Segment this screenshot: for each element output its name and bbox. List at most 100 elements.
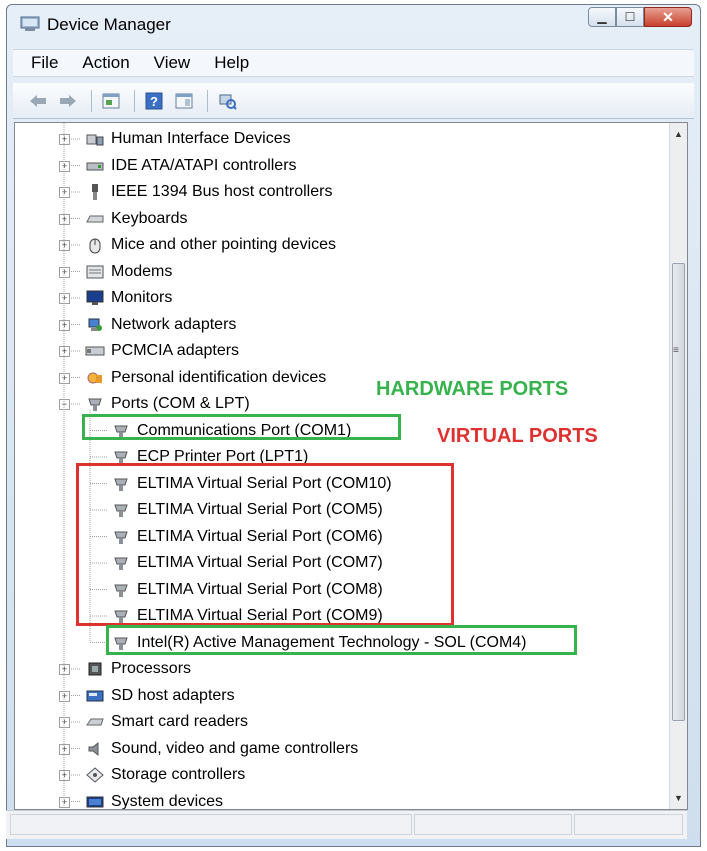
tree-item-label: SD host adapters — [111, 686, 235, 704]
toolbar-separator — [91, 89, 92, 112]
tree-category[interactable]: Monitors — [85, 287, 172, 309]
back-icon — [30, 94, 46, 107]
title-bar[interactable]: Device Manager ▁ ☐ ✕ — [7, 5, 700, 41]
tree-item-label: Human Interface Devices — [111, 130, 291, 147]
sd-icon — [85, 687, 105, 705]
show-hide-button[interactable] — [171, 88, 197, 114]
minimize-button[interactable]: ▁ — [588, 7, 616, 27]
menu-action[interactable]: Action — [70, 53, 141, 73]
menu-file[interactable]: File — [13, 53, 70, 73]
menu-view[interactable]: View — [142, 53, 203, 73]
tree-category[interactable]: Sound, video and game controllers — [85, 738, 358, 760]
forward-button[interactable] — [55, 88, 81, 114]
tree-category[interactable]: Processors — [85, 658, 191, 680]
tree-item-label: Processors — [111, 660, 192, 677]
keyboard-icon — [85, 210, 105, 228]
tree-item-label: Smart card readers — [111, 713, 248, 730]
tree-category[interactable]: System devices — [85, 791, 224, 810]
status-pane — [574, 814, 683, 835]
hardware-port-highlight — [106, 625, 577, 655]
menu-help[interactable]: Help — [202, 53, 261, 73]
tree-category[interactable]: IEEE 1394 Bus host controllers — [85, 181, 332, 203]
port-icon — [85, 395, 105, 413]
collapse-icon[interactable]: − — [59, 399, 70, 410]
tree-category[interactable]: SD host adapters — [85, 685, 235, 707]
tree-item-label: Storage controllers — [111, 766, 246, 783]
svg-text:?: ? — [150, 94, 158, 109]
back-button[interactable] — [25, 88, 51, 114]
close-icon: ✕ — [662, 8, 674, 25]
scroll-up-button[interactable]: ▲ — [670, 125, 687, 143]
scroll-down-button[interactable]: ▼ — [670, 789, 687, 807]
expand-icon[interactable]: + — [59, 346, 70, 357]
properties-button[interactable] — [98, 88, 124, 114]
tree-item-label: IDE ATA/ATAPI controllers — [111, 156, 297, 174]
maximize-button[interactable]: ☐ — [616, 7, 644, 27]
tree-item-label: Network adapters — [111, 315, 237, 333]
pcmcia-icon — [85, 342, 105, 360]
close-button[interactable]: ✕ — [644, 7, 692, 27]
hid-icon — [85, 130, 105, 148]
system-icon — [85, 793, 105, 810]
tree-category[interactable]: Keyboards — [85, 208, 188, 230]
virtual-ports-label: VIRTUAL PORTS — [437, 425, 598, 447]
hardware-ports-label: HARDWARE PORTS — [376, 378, 569, 400]
properties-icon — [102, 93, 120, 108]
help-button[interactable]: ? — [141, 88, 167, 114]
arrow-down-icon: ▼ — [674, 793, 683, 803]
vertical-scrollbar[interactable]: ▲ ≡ ▼ — [669, 123, 687, 809]
expand-icon[interactable]: + — [59, 796, 70, 808]
expand-icon[interactable]: + — [59, 134, 70, 145]
tree-item-label: Keyboards — [111, 209, 188, 227]
sound-icon — [85, 740, 105, 758]
device-manager-icon — [20, 16, 40, 31]
storage-icon — [85, 766, 105, 784]
tree-category[interactable]: IDE ATA/ATAPI controllers — [85, 155, 297, 177]
expand-icon[interactable]: + — [59, 743, 70, 755]
tree-category[interactable]: Ports (COM & LPT) — [85, 393, 250, 415]
toolbar-separator — [134, 89, 135, 112]
expand-icon[interactable]: + — [59, 372, 70, 384]
ieee1394-icon — [85, 183, 105, 201]
expand-icon[interactable]: + — [59, 770, 70, 781]
tree-item-label: System devices — [111, 792, 224, 810]
menu-bar: File Action View Help — [13, 49, 694, 77]
tree-category[interactable]: Human Interface Devices — [85, 128, 291, 150]
expand-icon[interactable]: + — [59, 160, 70, 172]
virtual-ports-highlight — [76, 463, 454, 626]
expand-icon[interactable]: + — [59, 690, 70, 702]
tree-category[interactable]: Personal identification devices — [85, 367, 326, 389]
monitor-icon — [85, 289, 105, 307]
expand-icon[interactable]: + — [59, 187, 70, 198]
ide-icon — [85, 157, 105, 175]
expand-icon[interactable]: + — [59, 319, 70, 331]
caption-buttons: ▁ ☐ ✕ — [588, 7, 692, 27]
grip-icon: ≡ — [673, 345, 679, 356]
modem-icon — [85, 263, 105, 281]
tree-item-label: IEEE 1394 Bus host controllers — [111, 183, 333, 200]
expand-icon[interactable]: + — [59, 266, 70, 278]
status-bar — [6, 810, 687, 839]
tree-category[interactable]: Modems — [85, 261, 172, 283]
expand-icon[interactable]: + — [59, 240, 70, 251]
show-hide-icon — [175, 93, 193, 108]
mouse-icon — [85, 236, 105, 254]
expand-icon[interactable]: + — [59, 213, 70, 225]
tree-category[interactable]: Mice and other pointing devices — [85, 234, 336, 256]
tree-category[interactable]: Storage controllers — [85, 764, 245, 786]
expand-icon[interactable]: + — [59, 293, 70, 304]
scan-hardware-button[interactable] — [214, 88, 240, 114]
scroll-thumb[interactable] — [672, 263, 685, 721]
tree-item-label: Ports (COM & LPT) — [111, 395, 250, 412]
tree-category[interactable]: Smart card readers — [85, 711, 248, 733]
expand-icon[interactable]: + — [59, 717, 70, 728]
processor-icon — [85, 660, 105, 678]
window-title: Device Manager — [47, 15, 171, 34]
tree-category[interactable]: PCMCIA adapters — [85, 340, 239, 362]
expand-icon[interactable]: + — [59, 664, 70, 675]
id-device-icon — [85, 369, 105, 387]
minimize-icon: ▁ — [597, 10, 607, 24]
smartcard-icon — [85, 713, 105, 731]
toolbar-separator — [207, 89, 208, 112]
tree-category[interactable]: Network adapters — [85, 314, 236, 336]
